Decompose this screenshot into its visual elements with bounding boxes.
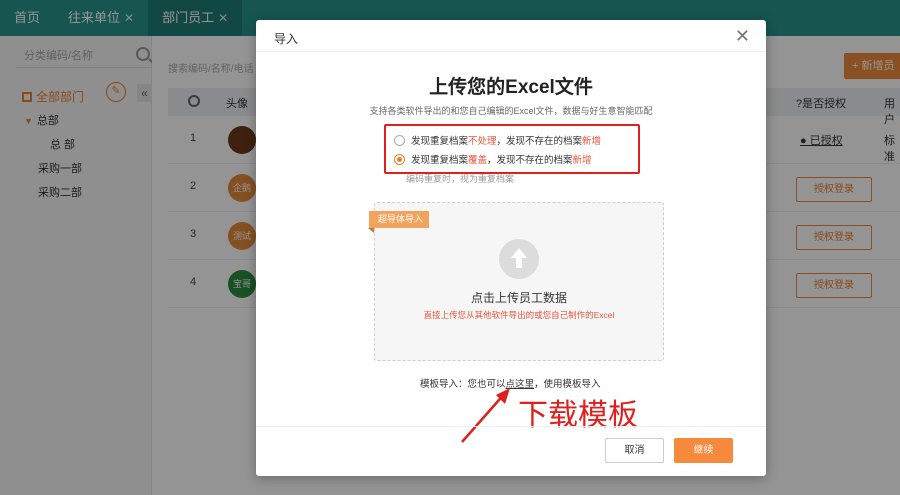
- continue-button[interactable]: 继续: [674, 438, 733, 463]
- ribbon-badge: 超导体导入: [367, 211, 430, 233]
- upload-icon[interactable]: [499, 239, 539, 279]
- option-highlight: 覆盖: [468, 155, 488, 166]
- upload-heading: 上传您的Excel文件: [429, 77, 593, 98]
- option-overwrite-duplicates[interactable]: 发现重复档案 覆盖 ，发现不存在的档案 新增: [394, 152, 592, 166]
- option-highlight: 新增: [582, 136, 602, 147]
- upload-description: 直接上传您从其他软件导出的或您自己制作的Excel: [423, 310, 615, 320]
- radio-unchecked[interactable]: [394, 134, 405, 146]
- option-skip-duplicates[interactable]: 发现重复档案 不处理 ，发现不存在的档案 新增: [394, 133, 601, 147]
- option-text: ，发现不存在的档案: [496, 136, 583, 147]
- template-text: ，使用模板导入: [534, 379, 601, 390]
- option-highlight: 不处理: [468, 136, 497, 147]
- option-highlight: 新增: [572, 155, 592, 166]
- dialog-title: 导入: [274, 32, 299, 46]
- dialog-header: 导入 ✕: [256, 20, 766, 52]
- option-text: ，发现不存在的档案: [487, 155, 573, 166]
- radio-checked[interactable]: [394, 153, 405, 165]
- upload-title: 点击上传员工数据: [470, 291, 567, 305]
- import-dialog: 导入 ✕ 上传您的Excel文件 支持各类软件导出的和您自己编辑的Excel文件…: [256, 20, 766, 476]
- option-text: 发现重复档案: [411, 155, 469, 166]
- duplicate-hint: 编码重复时，视为重复档案: [406, 174, 515, 184]
- close-icon[interactable]: ✕: [735, 26, 750, 47]
- cancel-button[interactable]: 取消: [605, 438, 664, 463]
- upload-subtitle: 支持各类软件导出的和您自己编辑的Excel文件，数据与好生意智能匹配: [369, 106, 653, 116]
- duplicate-handling-options: 发现重复档案 不处理 ，发现不存在的档案 新增 发现重复档案 覆盖 ，发现不存在的档案 新增: [384, 124, 640, 174]
- upload-dropzone[interactable]: 超导体导入 点击上传员工数据 直接上传您从其他软件导出的或您自己制作的Excel: [367, 202, 664, 361]
- option-text: 发现重复档案: [411, 136, 469, 147]
